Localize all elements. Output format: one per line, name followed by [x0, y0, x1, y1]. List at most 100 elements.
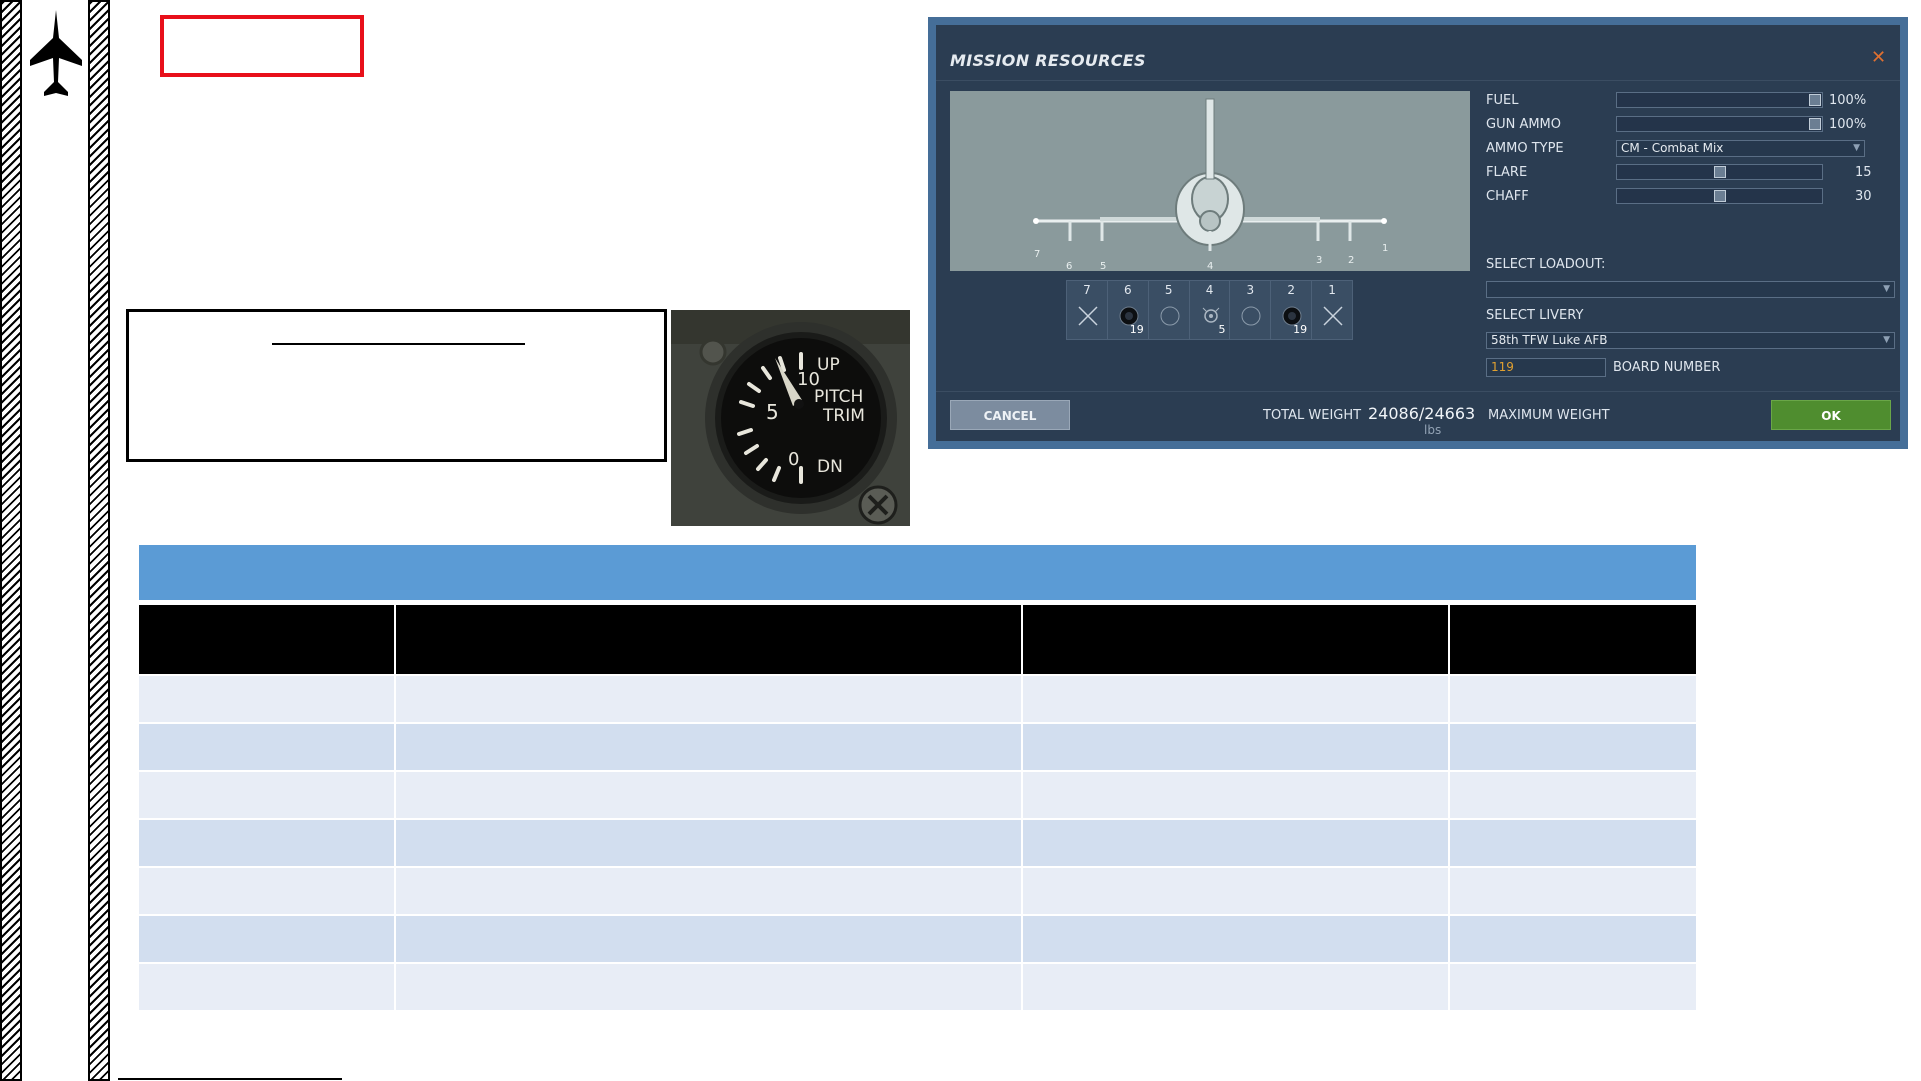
hardpoint-label: 4 — [1207, 261, 1213, 271]
board-number-label: BOARD NUMBER — [1613, 360, 1721, 375]
pylon-number: 1 — [1328, 283, 1336, 297]
hardpoint-label: 7 — [1034, 249, 1040, 260]
pylon-slot[interactable]: 2 19 — [1271, 281, 1313, 339]
ammo-type-select[interactable]: CM - Combat Mix ▼ — [1616, 140, 1865, 157]
chaff-slider[interactable] — [1616, 188, 1823, 204]
pylon-number: 3 — [1246, 283, 1255, 297]
livery-select[interactable]: 58th TFW Luke AFB ▼ — [1486, 332, 1895, 349]
aircraft-silhouette-icon — [30, 10, 82, 96]
table-cell — [396, 770, 1023, 818]
table-header-cell — [1450, 605, 1696, 674]
table-cell — [139, 722, 396, 770]
select-loadout-label: SELECT LOADOUT: — [1486, 257, 1606, 272]
table-cell — [139, 914, 396, 962]
pylon-slot[interactable]: 5 — [1149, 281, 1190, 339]
fuel-label: FUEL — [1486, 93, 1519, 108]
table-header-cell — [139, 605, 396, 674]
table-cell — [1450, 818, 1696, 866]
table-cell — [396, 722, 1023, 770]
table-cell — [396, 914, 1023, 962]
total-weight-unit: lbs — [1424, 423, 1442, 437]
gauge-label-pitch: PITCH — [814, 387, 863, 407]
pylon-slot[interactable]: 7 — [1067, 281, 1108, 339]
pitch-trim-gauge: 5 10 0 UP PITCH TRIM DN — [671, 310, 910, 526]
mission-resources-dialog-frame: MISSION RESOURCES ✕ 7 6 5 4 3 2 1 7 6 19… — [928, 17, 1908, 449]
table-cell — [139, 770, 396, 818]
table-cell — [396, 818, 1023, 866]
aircraft-preview: 7 6 5 4 3 2 1 — [950, 91, 1470, 272]
table-header-cell — [396, 605, 1023, 674]
gauge-label-up: UP — [817, 355, 840, 375]
table-cell — [396, 866, 1023, 914]
hardpoint-label: 5 — [1100, 261, 1106, 271]
pylon-number: 4 — [1205, 283, 1214, 297]
pylon-slot[interactable]: 4 5 — [1190, 281, 1231, 339]
fuel-slider[interactable] — [1616, 92, 1823, 108]
pylon-quantity: 5 — [1218, 323, 1226, 336]
left-rail-panel — [24, 0, 88, 1081]
table-cell — [1023, 914, 1450, 962]
table-row — [139, 962, 1696, 1010]
gauge-label-dn: DN — [817, 457, 843, 477]
footer-divider — [936, 391, 1900, 392]
pylon-quantity: 19 — [1293, 323, 1308, 336]
table-cell — [1450, 674, 1696, 722]
table-cell — [139, 674, 396, 722]
pylon-slot[interactable]: 6 19 — [1108, 281, 1149, 339]
pylon-quantity: 19 — [1129, 323, 1144, 336]
highlight-box — [160, 15, 364, 77]
flare-value: 15 — [1855, 165, 1872, 180]
cancel-button[interactable]: CANCEL — [950, 400, 1070, 430]
chevron-down-icon: ▼ — [1853, 143, 1860, 153]
note-underline — [272, 343, 525, 345]
left-rail-stripe-outer — [0, 0, 22, 1081]
board-number-input[interactable]: 119 — [1486, 358, 1606, 377]
table-row — [139, 722, 1696, 770]
loadout-select[interactable]: ▼ — [1486, 281, 1895, 298]
gun-ammo-value: 100% — [1829, 117, 1867, 132]
ok-button[interactable]: OK — [1771, 400, 1891, 430]
gun-ammo-slider-thumb[interactable] — [1809, 118, 1821, 130]
dialog-divider — [936, 80, 1900, 81]
table-header-cell — [1023, 605, 1450, 674]
table-cell — [1023, 962, 1450, 1010]
fuel-value: 100% — [1829, 93, 1867, 108]
total-weight-label: TOTAL WEIGHT — [1263, 408, 1362, 423]
pylon-slot[interactable]: 3 — [1230, 281, 1272, 339]
dialog-title: MISSION RESOURCES — [950, 51, 1146, 70]
mission-resources-dialog: MISSION RESOURCES ✕ 7 6 5 4 3 2 1 7 6 19… — [936, 25, 1900, 441]
flare-slider[interactable] — [1616, 164, 1823, 180]
hardpoint-label: 3 — [1316, 255, 1322, 266]
chaff-value: 30 — [1855, 189, 1872, 204]
table-row — [139, 866, 1696, 914]
close-icon[interactable]: ✕ — [1871, 47, 1886, 68]
pylon-number: 6 — [1123, 283, 1132, 297]
gun-ammo-slider[interactable] — [1616, 116, 1823, 132]
table-header-row — [139, 605, 1696, 674]
chaff-slider-thumb[interactable] — [1714, 190, 1726, 202]
chaff-label: CHAFF — [1486, 189, 1529, 204]
table-cell — [396, 962, 1023, 1010]
empty-pylon-icon — [1078, 306, 1098, 326]
table-cell — [1023, 722, 1450, 770]
gauge-label-five: 5 — [766, 400, 779, 424]
ammo-type-value: CM - Combat Mix — [1621, 141, 1724, 155]
table-cell — [1450, 722, 1696, 770]
maximum-weight-label: MAXIMUM WEIGHT — [1488, 408, 1610, 423]
table-cell — [1023, 818, 1450, 866]
flare-slider-thumb[interactable] — [1714, 166, 1726, 178]
table-row — [139, 770, 1696, 818]
pylon-slot[interactable]: 1 — [1312, 281, 1352, 339]
table-cell — [1023, 866, 1450, 914]
empty-station-icon — [1241, 306, 1261, 326]
footer-rule — [118, 1078, 342, 1080]
total-weight-value: 24086/24663 — [1368, 404, 1476, 423]
table-cell — [1450, 914, 1696, 962]
fuel-slider-thumb[interactable] — [1809, 94, 1821, 106]
livery-value: 58th TFW Luke AFB — [1491, 333, 1608, 347]
table-cell — [139, 962, 396, 1010]
hardpoint-label: 6 — [1066, 261, 1072, 271]
table-cell — [1450, 866, 1696, 914]
table-cell — [396, 674, 1023, 722]
gauge-label-zero: 0 — [788, 449, 799, 470]
